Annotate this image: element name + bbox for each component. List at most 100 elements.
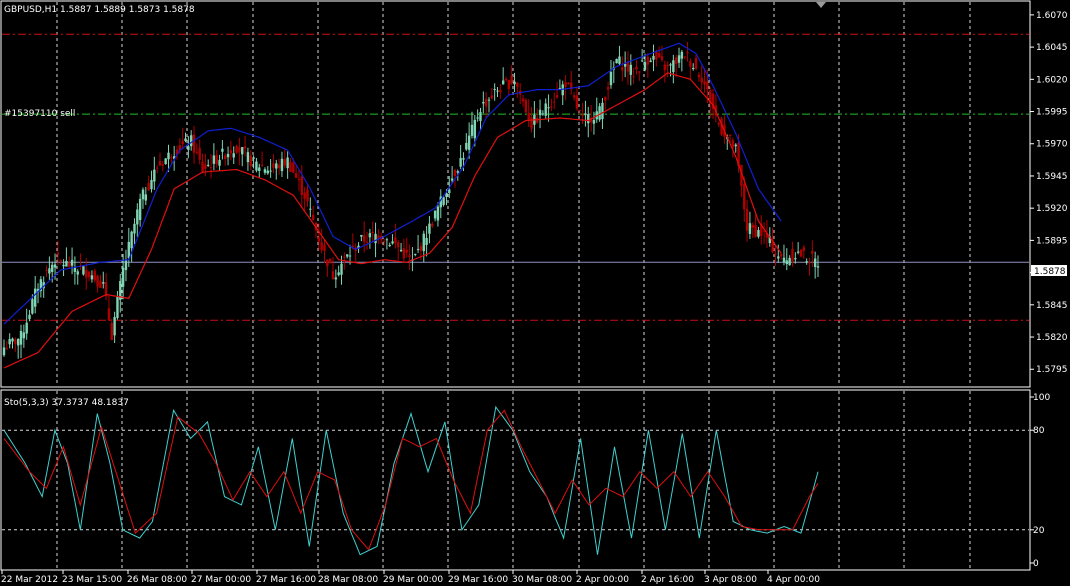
candle-body	[241, 147, 244, 155]
candle-body	[794, 258, 797, 260]
candle-body	[292, 162, 295, 173]
candle-body	[578, 110, 581, 112]
candle-body	[774, 253, 777, 255]
candle-body	[493, 89, 496, 91]
candle-body	[734, 144, 737, 147]
candle-body	[394, 237, 397, 243]
candle-body	[311, 214, 315, 220]
candle-body	[102, 282, 105, 284]
candle-body	[757, 230, 760, 237]
candle-body	[510, 75, 513, 84]
candle-body	[683, 56, 686, 58]
candle-body	[184, 138, 187, 141]
candle-body	[660, 56, 664, 61]
candle-body	[192, 134, 196, 153]
candle-body	[587, 114, 590, 124]
time-tick-label: 30 Mar 08:00	[512, 575, 572, 585]
candle-body	[82, 266, 85, 275]
candle-body	[442, 197, 445, 205]
candle-body	[487, 99, 491, 101]
candle-body	[632, 76, 635, 78]
price-tick-label: 1.5820	[1036, 333, 1068, 343]
candle-body	[621, 67, 624, 71]
candle-body	[337, 272, 340, 276]
time-tick-label: 29 Mar 16:00	[448, 575, 508, 585]
candle-body	[459, 158, 462, 167]
candle-body	[453, 169, 457, 177]
price-tick-label: 1.5995	[1036, 108, 1068, 118]
candle-body	[419, 246, 423, 251]
stochastic-tick-label: 20	[1033, 526, 1045, 536]
candle-body	[275, 163, 278, 169]
candle-body	[618, 56, 621, 64]
candle-body	[158, 160, 162, 166]
candle-body	[666, 64, 669, 67]
order-label: #15397110 sell	[4, 109, 75, 119]
candle-body	[73, 267, 77, 272]
candle-body	[745, 208, 749, 231]
candle-body	[558, 87, 562, 89]
candle-body	[263, 169, 267, 173]
candle-body	[629, 64, 633, 75]
candle-body	[791, 249, 794, 262]
candle-body	[209, 167, 213, 169]
candle-body	[343, 256, 346, 258]
candle-body	[141, 189, 145, 200]
candle-body	[465, 142, 468, 150]
candle-body	[496, 90, 499, 92]
candle-body	[243, 146, 247, 149]
candle-body	[652, 55, 655, 60]
candle-body	[382, 241, 386, 243]
candle-body	[138, 198, 142, 221]
candle-body	[59, 259, 62, 261]
current-price-label: 1.5878	[1034, 267, 1066, 277]
price-tick-label: 1.5895	[1036, 236, 1068, 246]
candle-body	[408, 255, 411, 258]
candle-body	[249, 155, 252, 166]
candle-body	[572, 95, 576, 98]
candle-body	[703, 81, 706, 85]
time-tick-label: 27 Mar 16:00	[256, 575, 316, 585]
candle-body	[16, 338, 20, 346]
candle-body	[48, 268, 51, 274]
price-tick-label: 1.5845	[1036, 301, 1068, 311]
candle-body	[448, 189, 451, 194]
candle-body	[482, 101, 485, 104]
candle-body	[799, 249, 803, 257]
candle-body	[33, 288, 37, 307]
candle-body	[136, 209, 139, 225]
candle-body	[524, 100, 528, 113]
candle-body	[777, 256, 780, 259]
candle-body	[643, 62, 647, 70]
candle-body	[155, 167, 159, 169]
candle-body	[246, 152, 250, 163]
candle-body	[226, 153, 230, 158]
candle-body	[592, 120, 596, 124]
candle-body	[808, 261, 811, 263]
candle-body	[813, 258, 817, 268]
candle-body	[422, 233, 425, 252]
candle-body	[785, 260, 789, 265]
candle-body	[31, 299, 34, 314]
candle-body	[76, 271, 79, 275]
candle-body	[269, 170, 272, 172]
candle-body	[516, 82, 519, 87]
candle-body	[663, 64, 667, 71]
main-title: GBPUSD,H1 1.5887 1.5889 1.5873 1.5878	[4, 5, 195, 15]
candle-body	[479, 112, 482, 121]
candle-body	[272, 163, 275, 168]
time-tick-label: 23 Mar 15:00	[62, 575, 122, 585]
candle-body	[541, 113, 545, 115]
candle-body	[113, 317, 116, 336]
stochastic-tick-label: 100	[1033, 393, 1050, 403]
candle-body	[221, 148, 224, 152]
candle-body	[19, 330, 23, 345]
candle-body	[527, 112, 530, 121]
candle-body	[501, 80, 505, 85]
candle-body	[640, 60, 644, 62]
stochastic-tick-label: 0	[1033, 559, 1039, 569]
candle-body	[252, 157, 255, 159]
candle-body	[70, 259, 74, 266]
candle-body	[601, 102, 604, 120]
candle-body	[153, 169, 156, 182]
